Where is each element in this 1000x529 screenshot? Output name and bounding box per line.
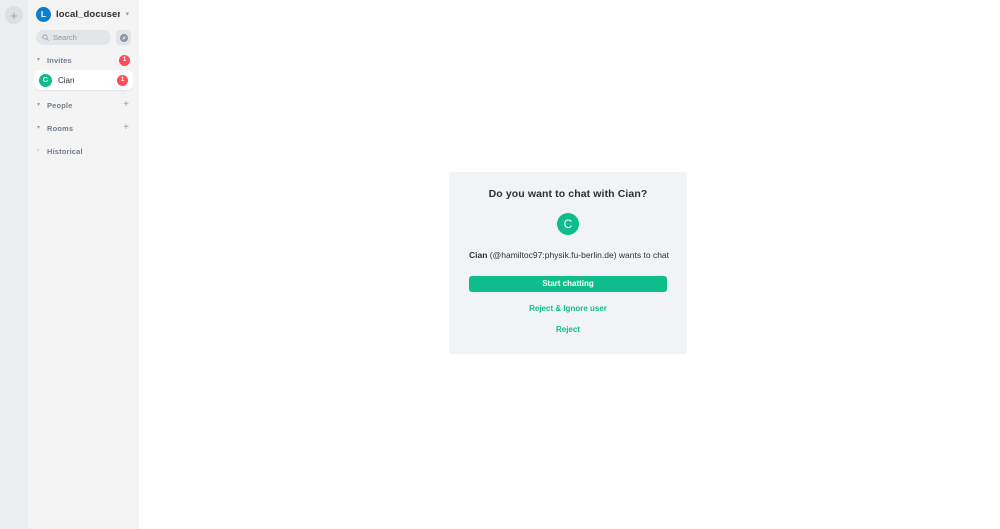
sidebar-section-people[interactable]: ▾ People + xyxy=(34,97,133,113)
sidebar-section-invites[interactable]: ▾ Invites 1 xyxy=(34,52,133,68)
main-content: Do you want to chat with Cian? C Cian (@… xyxy=(139,0,1000,529)
user-menu-button[interactable]: L local_docuser ▾ xyxy=(34,0,133,28)
user-display-name: local_docuser xyxy=(56,8,121,20)
sidebar-item-cian[interactable]: C Cian 1 xyxy=(34,70,133,90)
room-unread-badge: 1 xyxy=(117,74,128,86)
chevron-right-icon: › xyxy=(37,148,39,154)
chevron-down-icon: ▾ xyxy=(37,125,41,131)
search-icon xyxy=(42,34,49,41)
chevron-down-icon: ▾ xyxy=(37,57,41,63)
user-avatar: L xyxy=(36,6,51,22)
invite-subtitle: Cian (@hamiltoc97:physik.fu-berlin.de) w… xyxy=(469,250,670,261)
sidebar-section-label: Invites xyxy=(47,55,72,65)
room-invite-card: Do you want to chat with Cian? C Cian (@… xyxy=(449,172,687,355)
inviter-user-id: (@hamiltoc97:physik.fu-berlin.de) xyxy=(489,250,617,260)
sidebar-section-rooms[interactable]: ▾ Rooms + xyxy=(34,120,133,136)
sidebar-section-label: People xyxy=(47,100,73,110)
explore-compass-icon[interactable] xyxy=(116,30,131,45)
reject-button[interactable]: Reject xyxy=(469,326,667,334)
invite-title: Do you want to chat with Cian? xyxy=(488,188,648,200)
reject-and-ignore-button[interactable]: Reject & Ignore user xyxy=(469,305,667,313)
search-box[interactable] xyxy=(36,30,111,45)
search-input[interactable] xyxy=(53,33,105,42)
chevron-down-icon: ▾ xyxy=(125,10,129,18)
space-panel: + xyxy=(0,0,28,529)
inviter-avatar: C xyxy=(557,213,579,235)
inviter-display-name: Cian xyxy=(469,250,488,260)
search-row xyxy=(34,28,133,45)
start-chatting-button[interactable]: Start chatting xyxy=(469,276,667,293)
room-list-sidebar: L local_docuser ▾ Search ▾ Invites 1 C C… xyxy=(28,0,139,529)
add-person-button[interactable]: + xyxy=(123,100,131,110)
app-root: + L local_docuser ▾ Search ▾ Invites 1 C… xyxy=(0,0,1000,529)
create-space-button[interactable]: + xyxy=(5,6,23,24)
add-room-button[interactable]: + xyxy=(123,123,131,133)
sidebar-section-label: Historical xyxy=(47,146,83,156)
sidebar-section-historical[interactable]: › Historical xyxy=(34,143,133,159)
invite-subtitle-tail: wants to chat xyxy=(618,250,670,260)
invites-unread-badge: 1 xyxy=(119,54,130,66)
sidebar-section-label: Rooms xyxy=(47,123,74,133)
avatar: C xyxy=(39,73,52,87)
chevron-down-icon: ▾ xyxy=(37,102,41,108)
room-name: Cian xyxy=(58,75,75,85)
